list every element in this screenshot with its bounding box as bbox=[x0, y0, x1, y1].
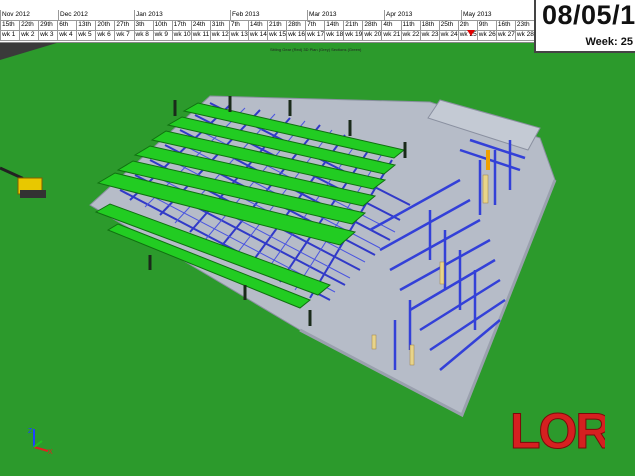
week-label: wk 14 bbox=[247, 30, 267, 40]
month-label: Dec 2012 bbox=[58, 10, 134, 20]
schedule-timeline: Nov 2012 Dec 2012 Jan 2013 Feb 2013 Mar … bbox=[0, 0, 534, 43]
day-label: 16th bbox=[495, 20, 515, 30]
day-label: 23th bbox=[514, 20, 534, 30]
month-label: Jan 2013 bbox=[134, 10, 230, 20]
month-label: Apr 2013 bbox=[384, 10, 461, 20]
day-label: 28th bbox=[362, 20, 381, 30]
date-display: 08/05/13 Week: 25 bbox=[534, 0, 635, 53]
week-label: wk 10 bbox=[171, 30, 191, 40]
month-label: Mar 2013 bbox=[307, 10, 384, 20]
week-label: wk 9 bbox=[152, 30, 172, 40]
week-label: wk 1 bbox=[0, 30, 19, 40]
week-label: wk 7 bbox=[114, 30, 133, 40]
axis-x-label: X bbox=[48, 449, 53, 455]
week-label: wk 4 bbox=[57, 30, 76, 40]
month-label: Feb 2013 bbox=[230, 10, 307, 20]
week-label: wk 13 bbox=[228, 30, 248, 40]
week-label: wk 2 bbox=[19, 30, 38, 40]
week-label: wk 22 bbox=[400, 30, 420, 40]
day-label: 13th bbox=[76, 20, 95, 30]
week-label: wk 24 bbox=[438, 30, 458, 40]
day-label: 29th bbox=[38, 20, 57, 30]
day-label: 6th bbox=[57, 20, 76, 30]
day-label: 18th bbox=[419, 20, 439, 30]
day-label: 7th bbox=[305, 20, 324, 30]
week-label: wk 23 bbox=[419, 30, 439, 40]
axis-gizmo: Z X bbox=[28, 428, 53, 455]
month-label: Nov 2012 bbox=[0, 10, 58, 20]
week-label: wk 11 bbox=[190, 30, 210, 40]
current-week: Week: 25 bbox=[585, 36, 634, 48]
week-label: wk 17 bbox=[305, 30, 325, 40]
svg-text:LORD: LORD bbox=[510, 403, 605, 455]
day-label: 14th bbox=[247, 20, 267, 30]
day-label: 7th bbox=[228, 20, 248, 30]
week-label: wk 5 bbox=[76, 30, 95, 40]
day-label: 17th bbox=[171, 20, 191, 30]
week-label: wk 3 bbox=[38, 30, 57, 40]
week-label: wk 16 bbox=[286, 30, 306, 40]
week-label: wk 28 bbox=[514, 30, 534, 40]
current-date: 08/05/13 bbox=[542, 0, 635, 30]
week-label: wk 20 bbox=[362, 30, 382, 40]
day-label: 27th bbox=[114, 20, 133, 30]
week-label: wk 15 bbox=[267, 30, 286, 40]
current-week-marker bbox=[467, 30, 476, 36]
day-label: 15th bbox=[0, 20, 19, 30]
day-label: 24th bbox=[190, 20, 210, 30]
day-label: 3th bbox=[133, 20, 153, 30]
week-label: wk 18 bbox=[324, 30, 344, 40]
month-label: May 2013 bbox=[461, 10, 534, 20]
week-label: wk 6 bbox=[95, 30, 114, 40]
week-label: wk 19 bbox=[343, 30, 363, 40]
week-label: wk 27 bbox=[495, 30, 515, 40]
lord-logo: LORD bbox=[510, 403, 605, 456]
day-label: 10th bbox=[152, 20, 172, 30]
day-label: 28th bbox=[286, 20, 305, 30]
day-label: 20th bbox=[95, 20, 114, 30]
day-label: 11th bbox=[400, 20, 420, 30]
week-label: wk 12 bbox=[209, 30, 229, 40]
day-label: 14th bbox=[324, 20, 343, 30]
axis-z-label: Z bbox=[28, 428, 33, 435]
day-label: 25th bbox=[438, 20, 458, 30]
legend-caption: Sitting Gear (Red) 3D Plan (Grey) Sectio… bbox=[270, 47, 362, 52]
day-label: 2th bbox=[457, 20, 477, 30]
week-label: wk 26 bbox=[476, 30, 496, 40]
week-label: wk 8 bbox=[133, 30, 153, 40]
week-label: wk 21 bbox=[381, 30, 401, 40]
day-label: 31th bbox=[209, 20, 229, 30]
day-label: 9th bbox=[476, 20, 496, 30]
day-label: 22th bbox=[19, 20, 38, 30]
day-label: 4th bbox=[381, 20, 400, 30]
day-label: 21th bbox=[267, 20, 286, 30]
timeline-week-row: wk 1 wk 2 wk 3 wk 4 wk 5 wk 6 wk 7 wk 8 wk 9 wk 1… bbox=[0, 30, 534, 41]
day-label: 21th bbox=[343, 20, 362, 30]
